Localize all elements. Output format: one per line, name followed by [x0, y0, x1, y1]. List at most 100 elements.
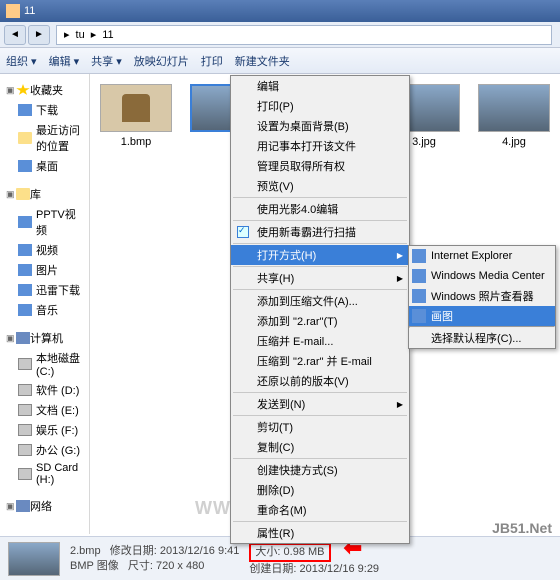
- ctx-print[interactable]: 打印(P): [231, 96, 409, 116]
- sidebar-item-thunder[interactable]: 迅雷下载: [4, 280, 85, 300]
- sidebar-item-downloads[interactable]: 下载: [4, 100, 85, 120]
- ctx-rename[interactable]: 重命名(M): [231, 500, 409, 520]
- sidebar-item-recent[interactable]: 最近访问的位置: [4, 120, 85, 156]
- ctx-email[interactable]: 压缩并 E-mail...: [231, 331, 409, 351]
- status-moddate: 2013/12/16 9:41: [160, 545, 240, 557]
- sidebar-item-pictures[interactable]: 图片: [4, 260, 85, 280]
- drive-icon: [18, 384, 32, 396]
- sidebar: ▣ 收藏夹 下载 最近访问的位置 桌面 ▣ 库 PPTV视频 视频 图片 迅雷下…: [0, 74, 90, 534]
- breadcrumb-sep: ▸: [88, 28, 100, 41]
- ctx-cut[interactable]: 剪切(T): [231, 417, 409, 437]
- status-filename: 2.bmp: [70, 545, 101, 557]
- status-created-label: 创建日期:: [249, 563, 296, 575]
- ctx-copy[interactable]: 复制(C): [231, 437, 409, 457]
- sidebar-item-video[interactable]: 视频: [4, 240, 85, 260]
- ctx-openwith[interactable]: 打开方式(H)▶: [231, 245, 409, 265]
- ctx-compress-a[interactable]: 添加到压缩文件(A)...: [231, 291, 409, 311]
- breadcrumb[interactable]: ▸ tu ▸ 11: [56, 25, 552, 45]
- star-icon: [16, 84, 30, 96]
- status-dim-label: 尺寸:: [128, 560, 153, 572]
- ctx-admin[interactable]: 管理员取得所有权: [231, 156, 409, 176]
- size-highlight-box: 大小: 0.98 MB: [249, 543, 330, 562]
- drive-icon: [18, 424, 32, 436]
- drive-icon: [18, 358, 32, 370]
- status-moddate-label: 修改日期:: [110, 545, 157, 557]
- library-icon: [16, 188, 30, 200]
- download-icon: [18, 104, 32, 116]
- toolbar-edit[interactable]: 编辑 ▾: [49, 53, 80, 69]
- desktop-icon: [18, 160, 32, 172]
- sidebar-item-drive-f[interactable]: 娱乐 (F:): [4, 420, 85, 440]
- ie-icon: [412, 249, 426, 263]
- sidebar-item-music[interactable]: 音乐: [4, 300, 85, 320]
- ctx-setbg[interactable]: 设置为桌面背景(B): [231, 116, 409, 136]
- window-icon: [6, 4, 20, 18]
- toolbar-share[interactable]: 共享 ▾: [91, 53, 122, 69]
- breadcrumb-part[interactable]: 11: [99, 29, 116, 41]
- window-title: 11: [24, 5, 35, 17]
- sidebar-network[interactable]: ▣ 网络: [4, 496, 85, 516]
- footer-credit: JB51.Net: [492, 520, 552, 536]
- openwith-submenu: Internet Explorer Windows Media Center W…: [408, 245, 556, 349]
- sdcard-icon: [18, 468, 32, 480]
- status-created: 2013/12/16 9:29: [300, 563, 380, 575]
- toolbar-newfolder[interactable]: 新建文件夹: [235, 53, 290, 69]
- arrow-right-icon: ▶: [397, 251, 403, 260]
- nav-forward-button[interactable]: ►: [28, 25, 50, 45]
- thumb-image: [478, 84, 550, 132]
- ctx-preview[interactable]: 预览(V): [231, 176, 409, 196]
- ctx-compress-t[interactable]: 添加到 "2.rar"(T): [231, 311, 409, 331]
- sidebar-item-drive-h[interactable]: SD Card (H:): [4, 460, 85, 488]
- ctx-sendto[interactable]: 发送到(N)▶: [231, 394, 409, 414]
- video-icon: [18, 216, 32, 228]
- recent-icon: [18, 132, 32, 144]
- drive-icon: [18, 444, 32, 456]
- sidebar-item-desktop[interactable]: 桌面: [4, 156, 85, 176]
- ctx-edit[interactable]: 编辑: [231, 76, 409, 96]
- sidebar-item-drive-e[interactable]: 文档 (E:): [4, 400, 85, 420]
- toolbar-organize[interactable]: 组织 ▾: [6, 53, 37, 69]
- sidebar-item-pptv[interactable]: PPTV视频: [4, 204, 85, 240]
- toolbar-print[interactable]: 打印: [201, 53, 223, 69]
- status-preview-image: [8, 542, 60, 576]
- sidebar-item-drive-d[interactable]: 软件 (D:): [4, 380, 85, 400]
- sidebar-libraries[interactable]: ▣ 库: [4, 184, 85, 204]
- thumb-1[interactable]: 1.bmp: [100, 84, 172, 148]
- context-menu: 编辑 打印(P) 设置为桌面背景(B) 用记事本打开该文件 管理员取得所有权 预…: [230, 75, 410, 544]
- sub-ie[interactable]: Internet Explorer: [409, 246, 555, 266]
- ctx-props[interactable]: 属性(R): [231, 523, 409, 543]
- toolbar-slideshow[interactable]: 放映幻灯片: [134, 53, 189, 69]
- sidebar-computer[interactable]: ▣ 计算机: [4, 328, 85, 348]
- wmc-icon: [412, 269, 426, 283]
- sub-choose[interactable]: 选择默认程序(C)...: [409, 328, 555, 348]
- paint-icon: [412, 309, 426, 323]
- sub-paint[interactable]: 画图: [409, 306, 555, 326]
- nav-back-button[interactable]: ◄: [4, 25, 26, 45]
- ctx-notepad[interactable]: 用记事本打开该文件: [231, 136, 409, 156]
- status-dim: 720 x 480: [156, 560, 204, 572]
- drive-icon: [18, 404, 32, 416]
- sub-viewer[interactable]: Windows 照片查看器: [409, 286, 555, 306]
- picture-icon: [18, 264, 32, 276]
- ctx-email2[interactable]: 压缩到 "2.rar" 并 E-mail: [231, 351, 409, 371]
- arrow-right-icon: ▶: [397, 274, 403, 283]
- status-filetype: BMP 图像: [70, 560, 119, 572]
- breadcrumb-part[interactable]: tu: [73, 29, 88, 41]
- ctx-shadow[interactable]: 使用光影4.0编辑: [231, 199, 409, 219]
- ctx-share[interactable]: 共享(H)▶: [231, 268, 409, 288]
- sub-wmc[interactable]: Windows Media Center: [409, 266, 555, 286]
- download-icon: [18, 284, 32, 296]
- ctx-scan[interactable]: 使用新毒霸进行扫描: [231, 222, 409, 242]
- sidebar-item-drive-c[interactable]: 本地磁盘 (C:): [4, 348, 85, 380]
- ctx-delete[interactable]: 删除(D): [231, 480, 409, 500]
- thumb-4[interactable]: 4.jpg: [478, 84, 550, 148]
- computer-icon: [16, 332, 30, 344]
- window-titlebar: 11: [0, 0, 560, 22]
- sidebar-item-drive-g[interactable]: 办公 (G:): [4, 440, 85, 460]
- ctx-shortcut[interactable]: 创建快捷方式(S): [231, 460, 409, 480]
- ctx-restore[interactable]: 还原以前的版本(V): [231, 371, 409, 391]
- status-size-label: 大小:: [255, 546, 280, 558]
- toolbar: 组织 ▾ 编辑 ▾ 共享 ▾ 放映幻灯片 打印 新建文件夹: [0, 48, 560, 74]
- sidebar-favorites[interactable]: ▣ 收藏夹: [4, 80, 85, 100]
- viewer-icon: [412, 289, 426, 303]
